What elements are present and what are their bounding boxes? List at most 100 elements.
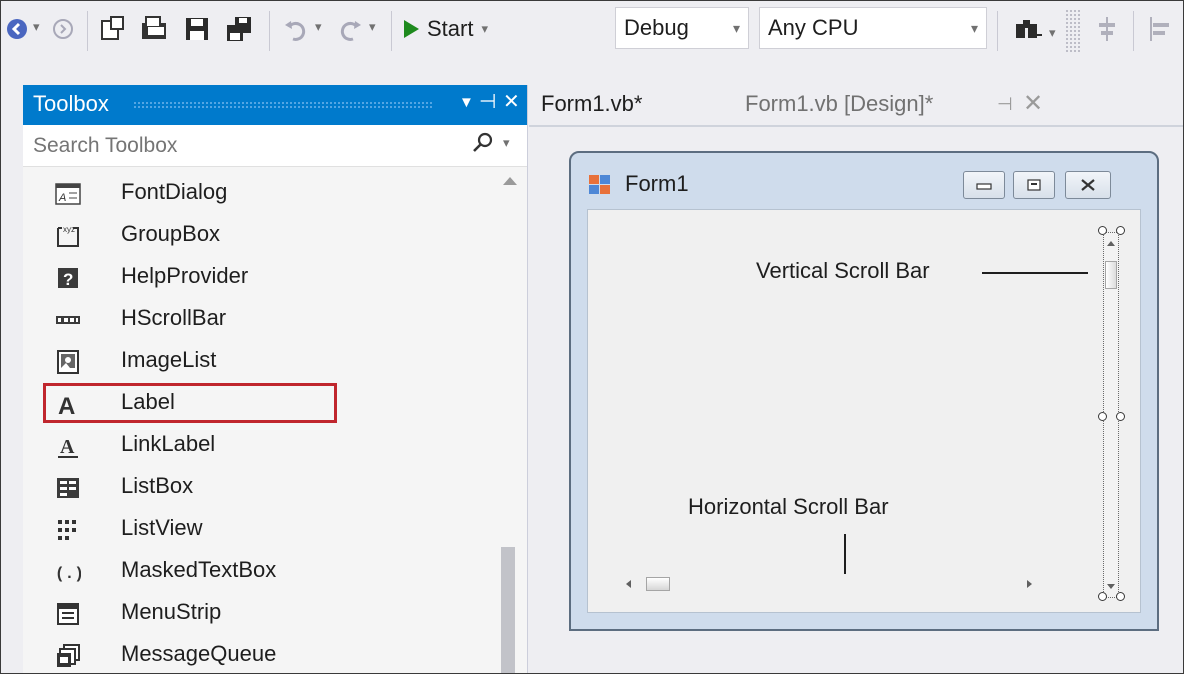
scroll-thumb[interactable] (646, 577, 670, 591)
scroll-thumb[interactable] (501, 547, 515, 673)
resize-handle[interactable] (1098, 412, 1107, 421)
resize-handle[interactable] (1116, 592, 1125, 601)
tool-item-fontdialog[interactable]: A FontDialog (23, 173, 493, 215)
toolbar-overflow-icon: ▾ (1049, 25, 1056, 40)
resize-handle[interactable] (1116, 226, 1125, 235)
standard-toolbar: ▾ ▾ ▾ Start ▾ Debug ▾ Any CPU ▾ ▾ (1, 1, 1183, 81)
scroll-thumb[interactable] (1105, 261, 1117, 289)
font-dialog-icon: A (55, 183, 81, 205)
align-centers-button[interactable] (1145, 13, 1177, 45)
tab-form1-design[interactable]: Form1.vb [Design]* (745, 85, 933, 125)
svg-text:(.)-: (.)- (55, 565, 81, 583)
tool-item-listview[interactable]: ListView (23, 509, 493, 551)
designer-form[interactable]: Form1 Vertical Scroll Bar Horizontal Scr… (569, 151, 1159, 631)
tool-item-groupbox[interactable]: xyz GroupBox (23, 215, 493, 257)
horizontal-scrollbar-control[interactable] (622, 574, 1040, 594)
start-debugging-button[interactable]: Start ▾ (401, 11, 488, 47)
close-tab-icon[interactable]: ✕ (1023, 85, 1043, 125)
tool-item-hscrollbar[interactable]: HScrollBar (23, 299, 493, 341)
align-left-icon (1150, 17, 1169, 41)
search-input[interactable] (31, 131, 455, 161)
svg-text:A: A (60, 436, 75, 458)
toolbar-separator (1133, 11, 1134, 51)
solution-platform-dropdown[interactable]: Any CPU ▾ (759, 7, 987, 49)
message-queue-icon (57, 644, 80, 667)
scroll-up-arrow-icon[interactable] (503, 177, 517, 185)
resize-handle[interactable] (1098, 592, 1107, 601)
window-position-dropdown-icon[interactable]: ▼ (459, 94, 474, 111)
tool-label: FontDialog (121, 179, 228, 204)
tool-label: MenuStrip (121, 599, 222, 624)
form-client-area[interactable]: Vertical Scroll Bar Horizontal Scroll Ba… (587, 209, 1141, 613)
visual-studio-window: ▾ ▾ ▾ Start ▾ Debug ▾ Any CPU ▾ ▾ Toolbo… (0, 0, 1184, 674)
tool-item-linklabel[interactable]: A LinkLabel (23, 425, 493, 467)
tool-item-label[interactable]: A Label (23, 383, 493, 425)
form-icon (589, 175, 610, 194)
new-project-button[interactable] (97, 13, 129, 45)
tab-form1-code[interactable]: Form1.vb* (541, 85, 642, 125)
back-arrow-icon (7, 19, 27, 39)
chevron-down-icon: ▾ (33, 19, 40, 34)
tool-item-helpprovider[interactable]: ? HelpProvider (23, 257, 493, 299)
toolbox-header: Toolbox ▼ ⊣ ✕ (23, 85, 527, 125)
vertical-scrollbar-callout: Vertical Scroll Bar (756, 258, 930, 283)
undo-button[interactable] (281, 15, 311, 45)
save-button[interactable] (181, 13, 213, 45)
toolbox-scrollbar[interactable] (493, 167, 527, 673)
tool-label: GroupBox (121, 221, 221, 246)
tool-item-menustrip[interactable]: MenuStrip (23, 593, 493, 635)
tool-label: MaskedTextBox (121, 557, 277, 582)
scroll-up-arrow-icon[interactable] (1107, 241, 1115, 246)
scroll-down-arrow-icon[interactable] (1107, 584, 1115, 589)
redo-dropdown-button[interactable]: ▾ (369, 19, 376, 35)
close-icon[interactable]: ✕ (503, 89, 520, 114)
chevron-down-icon: ▾ (481, 21, 488, 36)
navigate-forward-button[interactable] (51, 17, 75, 41)
platform-value: Any CPU (768, 15, 859, 40)
align-lefts-button[interactable] (1091, 13, 1123, 45)
maximize-button[interactable] (1013, 171, 1055, 199)
hscrollbar-icon (56, 316, 80, 324)
toolbox-title: Toolbox (33, 91, 109, 116)
start-label: Start (427, 16, 474, 41)
toolbar-separator (87, 11, 88, 51)
pin-tab-icon[interactable]: ⊣ (997, 85, 1013, 125)
scroll-left-arrow-icon[interactable] (626, 580, 631, 588)
tool-item-maskedtextbox[interactable]: (.)- MaskedTextBox (23, 551, 493, 593)
toolbox-search: ▾ (23, 125, 527, 167)
scroll-right-arrow-icon[interactable] (1027, 580, 1032, 588)
close-button[interactable] (1065, 171, 1111, 199)
tool-label: Label (121, 389, 175, 414)
undo-dropdown-button[interactable]: ▾ (315, 19, 322, 35)
panel-grip[interactable] (133, 101, 433, 109)
toolbar-grip[interactable] (1065, 9, 1081, 53)
redo-button[interactable] (335, 15, 365, 45)
svg-text:A: A (58, 192, 66, 204)
find-in-files-button[interactable] (1011, 13, 1045, 45)
resize-handle[interactable] (1116, 412, 1125, 421)
menu-strip-icon (57, 603, 79, 625)
new-project-icon (101, 16, 124, 40)
label-icon: A (58, 393, 75, 417)
tool-item-messagequeue[interactable]: MessageQueue (23, 635, 493, 673)
navigate-back-button[interactable] (5, 17, 29, 41)
toolbar-separator (997, 11, 998, 51)
toolbar-separator (269, 11, 270, 51)
chevron-down-icon[interactable]: ▾ (503, 135, 510, 151)
svg-text:xyz: xyz (63, 225, 75, 234)
horizontal-scrollbar-callout: Horizontal Scroll Bar (688, 494, 889, 519)
solution-configuration-dropdown[interactable]: Debug ▾ (615, 7, 749, 49)
toolbar-separator (391, 11, 392, 51)
tool-item-listbox[interactable]: ListBox (23, 467, 493, 509)
save-all-button[interactable] (223, 13, 255, 45)
pin-icon[interactable]: ⊣ (479, 89, 496, 114)
search-icon[interactable] (471, 131, 495, 155)
link-label-icon: A (58, 436, 78, 458)
minimize-button[interactable] (963, 171, 1005, 199)
tool-item-imagelist[interactable]: ImageList (23, 341, 493, 383)
open-file-button[interactable] (139, 13, 171, 45)
resize-handle[interactable] (1098, 226, 1107, 235)
back-dropdown-button[interactable]: ▾ (33, 19, 40, 35)
save-icon (186, 18, 208, 40)
list-view-icon (58, 520, 76, 540)
